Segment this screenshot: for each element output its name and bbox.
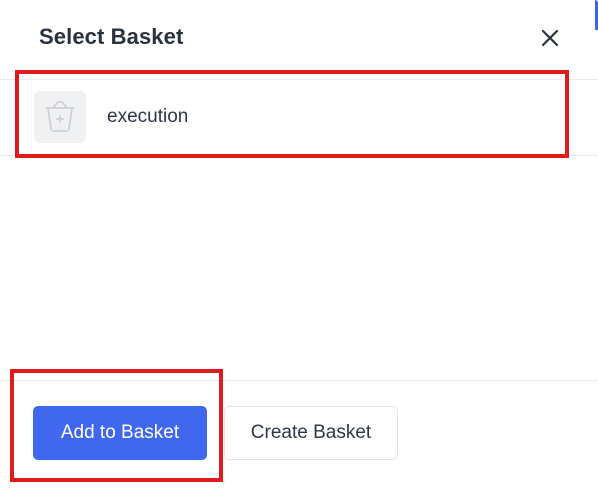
select-basket-dialog: ⋮ Select Basket execution Add to Basket …: [0, 0, 598, 492]
add-to-basket-button[interactable]: Add to Basket: [33, 406, 207, 460]
list-item[interactable]: execution: [0, 80, 598, 156]
basket-thumbnail: [34, 91, 86, 143]
dialog-footer: Add to Basket Create Basket: [0, 380, 598, 492]
close-button[interactable]: [538, 26, 562, 50]
basket-add-icon: [45, 101, 75, 132]
basket-list: execution: [0, 80, 598, 380]
basket-name: execution: [107, 106, 189, 127]
create-basket-button[interactable]: Create Basket: [224, 406, 398, 460]
dialog-title: Select Basket: [39, 24, 184, 49]
dialog-header: Select Basket: [0, 0, 598, 80]
close-icon: [541, 29, 559, 47]
